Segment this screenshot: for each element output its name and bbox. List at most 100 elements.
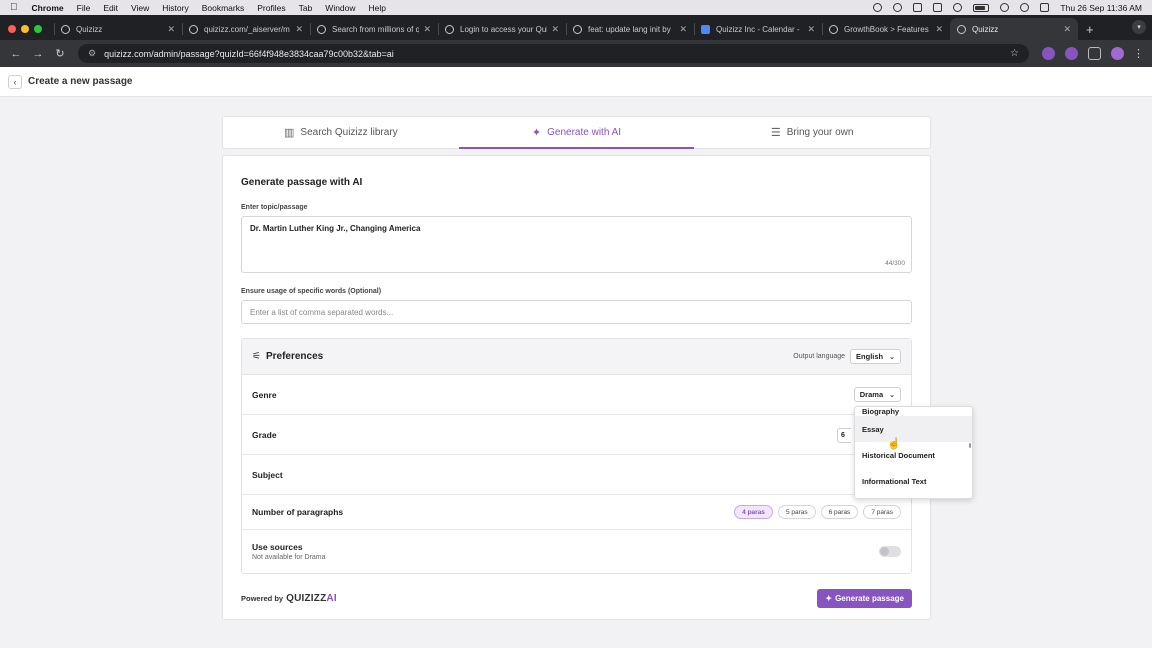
- close-tab-icon[interactable]: ✕: [167, 24, 175, 35]
- close-tab-icon[interactable]: ✕: [679, 24, 687, 35]
- topic-label: Enter topic/passage: [241, 204, 308, 211]
- menu-app-name[interactable]: Chrome: [32, 3, 64, 13]
- zoom-window-icon[interactable]: [34, 25, 42, 33]
- timer-icon[interactable]: [893, 3, 903, 12]
- battery-icon[interactable]: [973, 3, 990, 12]
- forward-arrow-icon[interactable]: →: [30, 48, 46, 60]
- tab-bring-your-own[interactable]: ☰ Bring your own: [694, 117, 930, 148]
- clock[interactable]: Thu 26 Sep 11:36 AM: [1060, 3, 1142, 13]
- grade-select[interactable]: 6: [837, 428, 851, 443]
- close-tab-icon[interactable]: ✕: [551, 24, 559, 35]
- quizizz-favicon-icon: [189, 24, 198, 34]
- address-bar[interactable]: ⚙ quizizz.com/admin/passage?quizId=66f4f…: [78, 44, 1029, 63]
- menu-bookmarks[interactable]: Bookmarks: [202, 3, 245, 13]
- browser-tab[interactable]: quizizz.com/_aiserver/m ✕: [182, 18, 310, 40]
- url-text[interactable]: quizizz.com/admin/passage?quizId=66f4f94…: [104, 49, 1010, 59]
- dropbox-icon[interactable]: [913, 3, 923, 12]
- menu-history[interactable]: History: [162, 3, 188, 13]
- browser-tab[interactable]: Login to access your Qui ✕: [438, 18, 566, 40]
- chevron-down-icon: ⌄: [889, 391, 895, 399]
- chevron-left-icon[interactable]: ‹: [8, 74, 22, 89]
- output-language-select[interactable]: English ⌄: [850, 349, 901, 364]
- genre-option-historical-document[interactable]: Historical Document: [855, 442, 972, 468]
- topic-textarea[interactable]: Dr. Martin Luther King Jr., Changing Ame…: [241, 216, 912, 273]
- edit-icon[interactable]: [933, 3, 943, 12]
- browser-tab[interactable]: Search from millions of q ✕: [310, 18, 438, 40]
- menu-edit[interactable]: Edit: [103, 3, 118, 13]
- close-tab-icon[interactable]: ✕: [1063, 24, 1071, 35]
- more-menu-icon[interactable]: ⋮: [1133, 47, 1144, 60]
- sparkle-icon: ✦: [531, 127, 542, 139]
- close-tab-icon[interactable]: ✕: [295, 24, 303, 35]
- close-tab-icon[interactable]: ✕: [935, 24, 943, 35]
- preferences-title: Preferences: [265, 351, 324, 362]
- close-tab-icon[interactable]: ✕: [423, 24, 431, 35]
- tab-title: Login to access your Qui: [460, 24, 548, 34]
- github-favicon-icon: [573, 24, 582, 34]
- menu-help[interactable]: Help: [369, 3, 386, 13]
- tab-generate-ai[interactable]: ✦ Generate with AI: [458, 117, 695, 149]
- minimize-window-icon[interactable]: [21, 25, 29, 33]
- generate-passage-button[interactable]: ✦ Generate passage: [817, 588, 912, 608]
- menu-file[interactable]: File: [77, 3, 91, 13]
- tab-search-icon[interactable]: ▾: [1132, 20, 1146, 34]
- dropdown-scrollbar[interactable]: [969, 443, 971, 448]
- browser-tab-active[interactable]: Quizizz ✕: [950, 18, 1078, 40]
- quizizz-extension-icon[interactable]: [1042, 47, 1055, 60]
- subject-row: Subject: [242, 455, 911, 495]
- browser-tab[interactable]: GrowthBook > Features ✕: [822, 18, 950, 40]
- words-input[interactable]: Enter a list of comma separated words...: [241, 300, 912, 324]
- close-window-icon[interactable]: [8, 25, 16, 33]
- genre-option-informational-text[interactable]: Informational Text: [855, 468, 972, 494]
- paragraph-option-5[interactable]: 5 paras: [777, 505, 816, 519]
- sources-subtext: Not available for Drama: [252, 554, 326, 561]
- record-icon[interactable]: [873, 3, 883, 12]
- menu-window[interactable]: Window: [325, 3, 355, 13]
- profile-avatar-icon[interactable]: [1111, 47, 1124, 60]
- back-arrow-icon[interactable]: ←: [8, 48, 24, 60]
- close-tab-icon[interactable]: ✕: [807, 24, 815, 35]
- genre-option-biography[interactable]: Biography: [855, 407, 972, 416]
- reload-icon[interactable]: ↻: [52, 47, 68, 60]
- browser-tab[interactable]: feat: update lang init by ✕: [566, 18, 694, 40]
- subject-label: Subject: [252, 469, 283, 480]
- paragraph-option-4[interactable]: 4 paras: [734, 505, 773, 519]
- spotlight-icon[interactable]: [1020, 3, 1030, 12]
- sources-toggle[interactable]: [879, 546, 901, 557]
- window-controls: [8, 18, 42, 40]
- genre-option-essay[interactable]: Essay: [855, 416, 972, 442]
- select-value: English: [856, 352, 884, 361]
- screen-record-icon[interactable]: [953, 3, 963, 12]
- bookmark-star-icon[interactable]: ☆: [1010, 48, 1019, 59]
- page-header: ‹ Create a new passage: [0, 67, 1152, 97]
- powered-by-text: Powered by: [241, 593, 284, 603]
- wifi-icon[interactable]: [1000, 3, 1010, 12]
- brand-ai: AI: [326, 592, 337, 604]
- tab-title: Quizizz: [76, 24, 103, 34]
- site-info-icon[interactable]: ⚙: [88, 48, 96, 59]
- paragraph-option-7[interactable]: 7 paras: [863, 505, 901, 519]
- genre-label: Genre: [252, 389, 277, 400]
- sources-label: Use sources: [252, 542, 303, 552]
- tab-title: Search from millions of q: [332, 24, 420, 34]
- grade-row: Grade 6: [242, 415, 911, 455]
- tab-label: Generate with AI: [547, 127, 622, 138]
- page-title: Create a new passage: [28, 76, 133, 87]
- quizizz-extension-icon[interactable]: [1065, 47, 1078, 60]
- menu-profiles[interactable]: Profiles: [257, 3, 285, 13]
- control-center-icon[interactable]: [1040, 3, 1050, 12]
- paragraphs-label: Number of paragraphs: [252, 507, 344, 517]
- genre-select[interactable]: Drama ⌄: [853, 387, 901, 402]
- menu-view[interactable]: View: [131, 3, 149, 13]
- extensions-puzzle-icon[interactable]: [1088, 47, 1101, 60]
- new-tab-icon[interactable]: +: [1078, 18, 1102, 40]
- output-language-label: Output language: [793, 353, 846, 360]
- browser-tab[interactable]: Quizizz Inc - Calendar - ✕: [694, 18, 822, 40]
- browser-tab[interactable]: Quizizz ✕: [54, 18, 182, 40]
- quizizz-favicon-icon: [61, 24, 70, 34]
- apple-icon[interactable]: : [10, 2, 18, 13]
- menu-tab[interactable]: Tab: [299, 3, 313, 13]
- passage-source-tabs: ▥ Search Quizizz library ✦ Generate with…: [222, 116, 931, 149]
- paragraph-option-6[interactable]: 6 paras: [820, 505, 859, 519]
- tab-search-library[interactable]: ▥ Search Quizizz library: [223, 117, 459, 148]
